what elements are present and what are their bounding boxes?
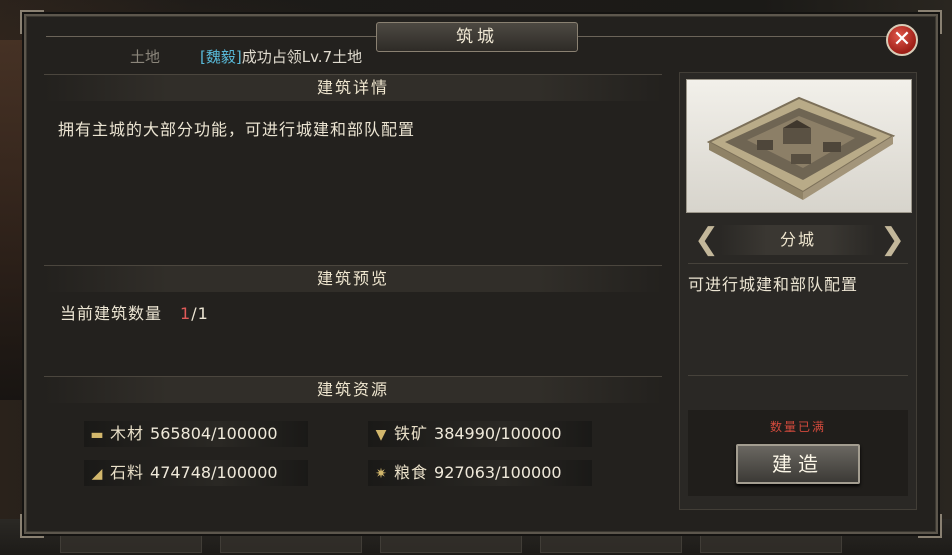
city-preview-image — [686, 79, 912, 213]
quantity-full-message: 数量已满 — [769, 420, 826, 434]
city-type-name: 分城 — [720, 225, 876, 255]
fortress-illustration — [706, 96, 896, 200]
resource-grain: ✷ 粮食 927063/100000 — [368, 460, 592, 486]
details-heading: 建筑详情 — [44, 74, 662, 101]
grain-icon: ✷ — [375, 466, 387, 482]
count-total: /1 — [191, 304, 209, 323]
build-button[interactable]: 建造 — [736, 444, 860, 484]
chevron-right-icon: ❯ — [880, 222, 906, 257]
city-type-description: 可进行城建和部队配置 — [688, 275, 859, 294]
resource-value: 384990/100000 — [434, 424, 562, 443]
resource-stone: ◢ 石料 474748/100000 — [84, 460, 308, 486]
frame-corner — [918, 514, 942, 538]
stone-icon: ◢ — [91, 466, 103, 482]
building-count: 当前建筑数量 1/1 — [60, 300, 209, 324]
building-description: 拥有主城的大部分功能，可进行城建和部队配置 — [58, 120, 416, 139]
preview-heading: 建筑预览 — [44, 265, 662, 292]
notice-player-name[interactable]: [魏毅] — [200, 48, 242, 66]
chevron-left-icon: ❮ — [694, 222, 720, 257]
wood-icon: ▬ — [90, 427, 104, 443]
prev-city-type-button[interactable]: ❮ — [694, 222, 720, 257]
city-type-panel: ❮ 分城 ❯ 可进行城建和部队配置 数量已满 建造 — [679, 72, 917, 510]
divider — [688, 263, 908, 264]
count-current: 1 — [180, 304, 192, 323]
divider — [688, 375, 908, 376]
close-button[interactable]: ✕ — [886, 24, 918, 56]
resource-value: 474748/100000 — [150, 463, 278, 482]
notice-message: 成功占领Lv.7土地 — [241, 48, 363, 66]
resource-value: 927063/100000 — [434, 463, 562, 482]
notice-prefix: 土地 — [130, 48, 161, 66]
frame-corner — [20, 10, 44, 34]
frame-corner — [20, 514, 44, 538]
close-icon: ✕ — [892, 27, 912, 52]
resource-value: 565804/100000 — [150, 424, 278, 443]
iron-icon: ▼ — [375, 427, 387, 443]
resource-iron: ▼ 铁矿 384990/100000 — [368, 421, 592, 447]
resources-heading: 建筑资源 — [44, 376, 662, 403]
count-label: 当前建筑数量 — [60, 304, 163, 323]
frame-corner — [918, 10, 942, 34]
world-notice: 土地 [魏毅]成功占领Lv.7土地 — [130, 46, 362, 67]
building-info-panel: 建筑详情 拥有主城的大部分功能，可进行城建和部队配置 建筑预览 当前建筑数量 1/… — [44, 70, 662, 498]
next-city-type-button[interactable]: ❯ — [880, 222, 906, 257]
dialog-title: 筑城 — [376, 22, 578, 52]
build-status-box: 数量已满 建造 — [688, 410, 908, 496]
resource-wood: ▬ 木材 565804/100000 — [84, 421, 308, 447]
